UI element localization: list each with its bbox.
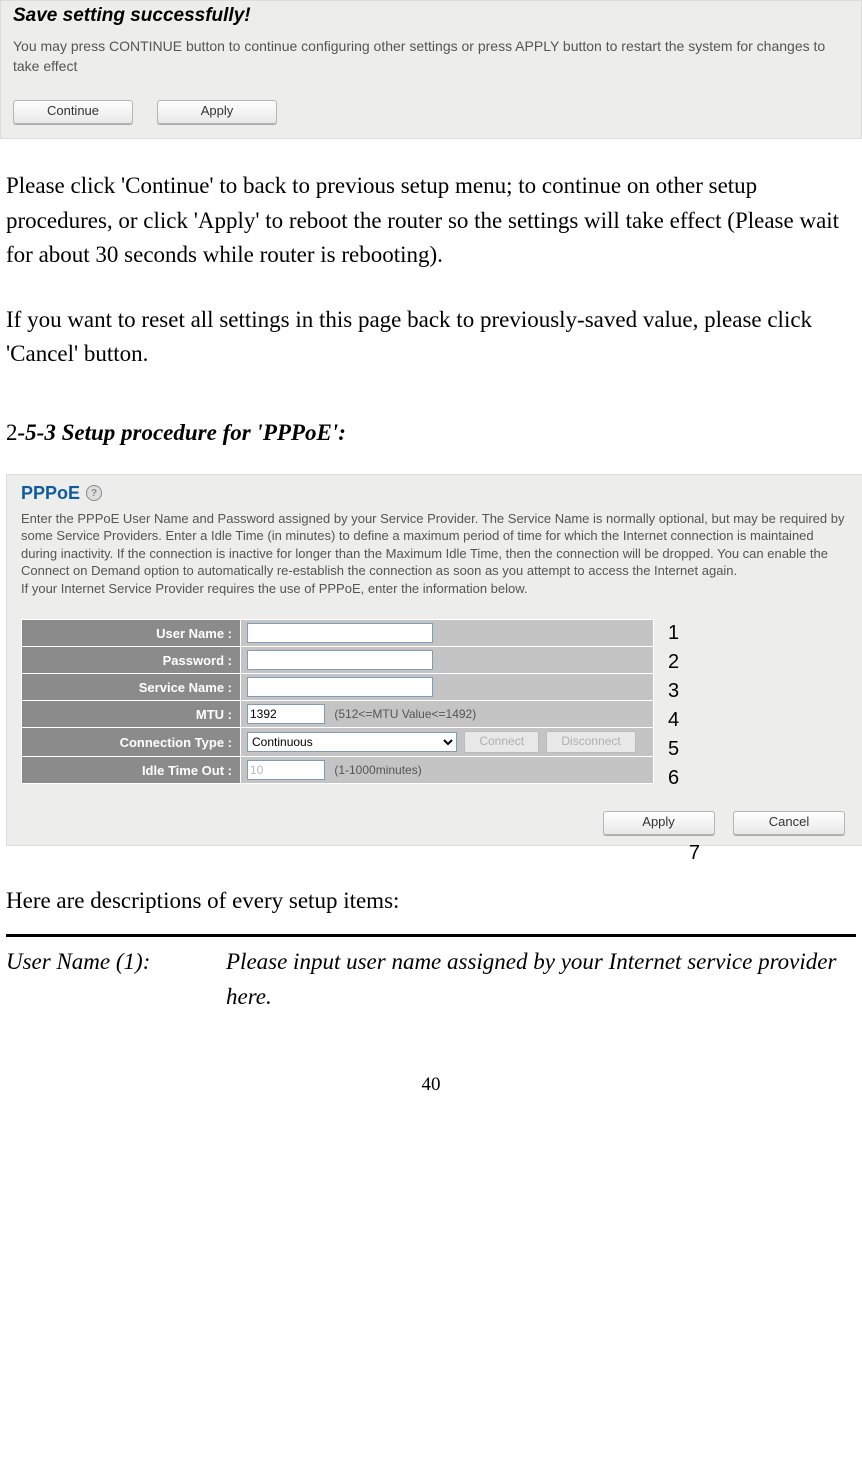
paragraph-continue-apply: Please click 'Continue' to back to previ… — [6, 169, 856, 273]
pppoe-apply-button[interactable]: Apply — [603, 811, 715, 835]
callout-1: 1 — [668, 619, 679, 648]
disconnect-button[interactable]: Disconnect — [546, 731, 635, 753]
mtu-input[interactable] — [247, 704, 325, 724]
callout-7: 7 — [689, 842, 700, 865]
label-conntype: Connection Type : — [22, 728, 241, 757]
callout-4: 4 — [668, 706, 679, 735]
setup-items-intro: Here are descriptions of every setup ite… — [6, 888, 856, 914]
help-icon[interactable]: ? — [86, 485, 102, 501]
pppoe-title: PPPoE — [21, 483, 80, 504]
save-settings-panel: Save setting successfully! You may press… — [0, 0, 862, 139]
apply-button[interactable]: Apply — [157, 100, 277, 124]
callout-5: 5 — [668, 735, 679, 764]
continue-button[interactable]: Continue — [13, 100, 133, 124]
desc-text: Please input user name assigned by your … — [226, 945, 856, 1014]
pppoe-form-table: User Name : Password : Service Name : MT… — [21, 619, 654, 784]
label-password: Password : — [22, 647, 241, 674]
section-number: 2 — [6, 420, 18, 445]
callout-numbers: 1 2 3 4 5 6 — [668, 619, 679, 793]
callout-6: 6 — [668, 764, 679, 793]
pppoe-description: Enter the PPPoE User Name and Password a… — [21, 510, 851, 598]
connection-type-select[interactable]: Continuous — [247, 732, 457, 752]
divider — [6, 934, 856, 937]
page-number: 40 — [6, 1074, 856, 1096]
pppoe-cancel-button[interactable]: Cancel — [733, 811, 845, 835]
save-description: You may press CONTINUE button to continu… — [13, 37, 849, 76]
callout-2: 2 — [668, 648, 679, 677]
section-heading: 2-5-3 Setup procedure for 'PPPoE': — [6, 420, 856, 446]
pppoe-form-wrap: User Name : Password : Service Name : MT… — [21, 619, 851, 793]
pppoe-panel: PPPoE ? Enter the PPPoE User Name and Pa… — [6, 474, 862, 847]
desc-label: User Name (1): — [6, 945, 226, 1014]
label-servicename: Service Name : — [22, 674, 241, 701]
section-title: -5-3 Setup procedure for 'PPPoE': — [18, 420, 346, 445]
username-input[interactable] — [247, 623, 433, 643]
label-idle: Idle Time Out : — [22, 757, 241, 784]
idle-input[interactable] — [247, 760, 325, 780]
save-title: Save setting successfully! — [13, 5, 849, 27]
idle-hint: (1-1000minutes) — [334, 763, 421, 777]
label-mtu: MTU : — [22, 701, 241, 728]
paragraph-cancel: If you want to reset all settings in thi… — [6, 303, 856, 372]
callout-3: 3 — [668, 677, 679, 706]
mtu-hint: (512<=MTU Value<=1492) — [334, 707, 476, 721]
pppoe-title-row: PPPoE ? — [21, 483, 851, 504]
servicename-input[interactable] — [247, 677, 433, 697]
description-row: User Name (1): Please input user name as… — [6, 945, 856, 1014]
password-input[interactable] — [247, 650, 433, 670]
label-username: User Name : — [22, 620, 241, 647]
page-body: Please click 'Continue' to back to previ… — [0, 169, 862, 1096]
pppoe-bottom-buttons: Apply Cancel — [21, 811, 851, 835]
connect-button[interactable]: Connect — [464, 731, 539, 753]
